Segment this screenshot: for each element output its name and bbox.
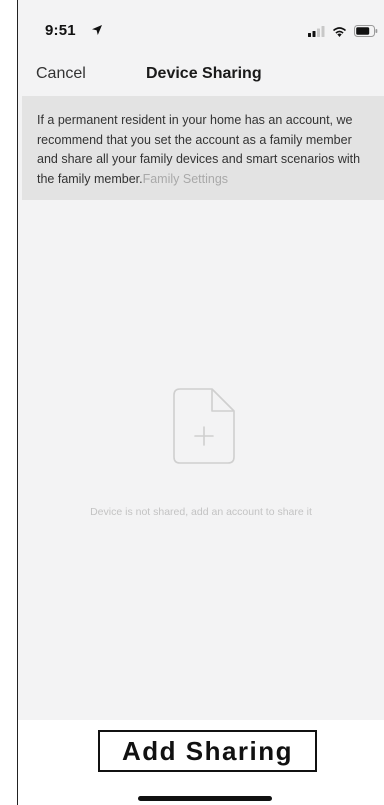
family-settings-link[interactable]: Family Settings: [143, 172, 228, 186]
status-bar: 9:51: [18, 0, 384, 56]
wifi-icon: [333, 26, 346, 37]
status-time: 9:51: [45, 22, 76, 39]
bottom-action-area: Add Sharing: [18, 720, 384, 805]
app-screen: 9:51 Cancel Device Sharing If a permanen…: [17, 0, 384, 805]
add-document-icon: [173, 388, 235, 464]
location-arrow-icon: [92, 25, 102, 35]
add-sharing-button[interactable]: Add Sharing: [98, 730, 317, 772]
cancel-button[interactable]: Cancel: [36, 65, 86, 83]
status-icons: [308, 24, 378, 38]
home-indicator: [138, 796, 272, 801]
cellular-signal-icon: [308, 25, 325, 37]
family-notice-banner: If a permanent resident in your home has…: [22, 96, 384, 200]
navigation-bar: Cancel Device Sharing: [18, 56, 384, 94]
empty-state-message: Device is not shared, add an account to …: [90, 506, 312, 518]
battery-icon: [354, 25, 378, 37]
page-title: Device Sharing: [146, 65, 262, 82]
